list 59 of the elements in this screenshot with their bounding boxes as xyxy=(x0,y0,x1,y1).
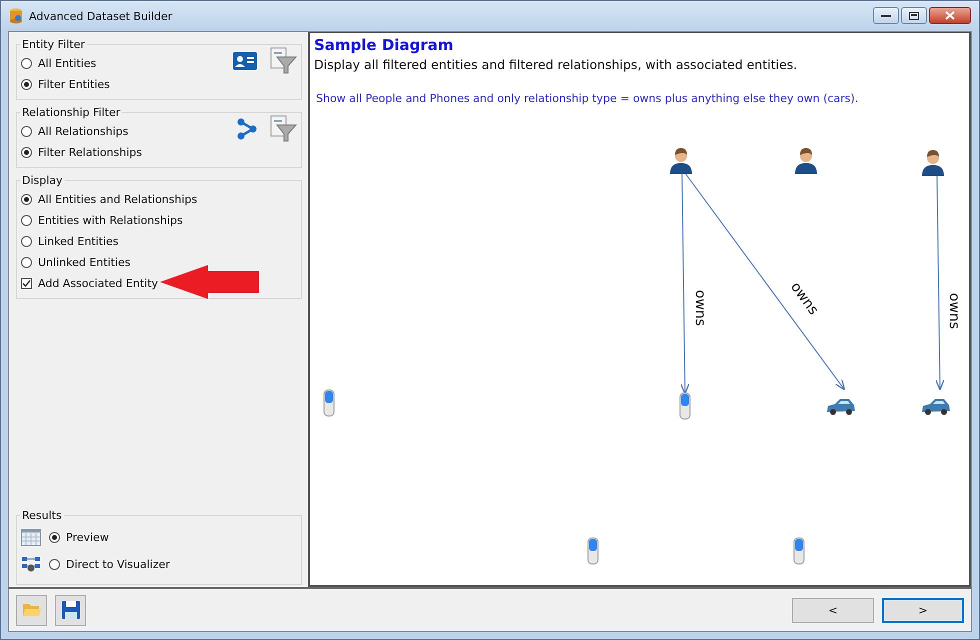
radio-button[interactable] xyxy=(21,126,32,137)
folder-icon xyxy=(22,602,42,618)
car-icon xyxy=(827,399,855,415)
database-icon xyxy=(9,8,23,24)
radio-button[interactable] xyxy=(21,236,32,247)
radio-button[interactable] xyxy=(21,215,32,226)
option-label: Linked Entities xyxy=(38,235,119,248)
maximize-button[interactable] xyxy=(901,7,927,24)
minimize-button[interactable] xyxy=(873,7,899,24)
phone-icon xyxy=(794,538,804,564)
radio-button[interactable] xyxy=(21,58,32,69)
close-button[interactable] xyxy=(929,7,971,24)
option-label: Filter Relationships xyxy=(38,146,142,159)
option-label: Unlinked Entities xyxy=(38,256,130,269)
nav-button[interactable]: < xyxy=(792,598,874,622)
radio-button[interactable] xyxy=(21,147,32,158)
window-title: Advanced Dataset Builder xyxy=(29,10,172,22)
document-funnel-icon xyxy=(269,115,297,143)
minimize-icon xyxy=(881,14,891,18)
car-icon xyxy=(922,399,950,415)
option-label: Direct to Visualizer xyxy=(66,558,170,571)
option-label: Entities with Relationships xyxy=(38,214,183,227)
person-icon xyxy=(795,148,817,174)
radio-button[interactable] xyxy=(21,194,32,205)
option-label: Filter Entities xyxy=(38,78,110,91)
radio-button[interactable] xyxy=(49,559,60,570)
person-icon xyxy=(922,150,944,176)
group-title: Display xyxy=(21,174,64,187)
radio-button[interactable] xyxy=(21,79,32,90)
diagram-description: Display all filtered entities and filtered relationships, with associated entities. xyxy=(314,57,798,72)
group-title: Results xyxy=(21,509,63,522)
nav-button[interactable]: > xyxy=(882,598,964,622)
edge-label: owns xyxy=(946,292,962,330)
option-label: All Entities xyxy=(38,57,96,70)
save-button[interactable] xyxy=(55,594,86,626)
diagram-title: Sample Diagram xyxy=(314,36,454,54)
grid-icon xyxy=(21,529,41,546)
edge-label: owns xyxy=(692,290,708,326)
radio-button[interactable] xyxy=(21,257,32,268)
option-label: All Relationships xyxy=(38,125,128,138)
radio-button[interactable] xyxy=(49,532,60,543)
close-icon xyxy=(945,11,955,20)
phone-icon xyxy=(324,390,334,416)
option-label: Preview xyxy=(66,531,109,544)
group-title: Entity Filter xyxy=(21,38,86,51)
diagram-note: Show all People and Phones and only relationship type = owns plus anything else they own (cars). xyxy=(316,92,860,105)
phone-icon xyxy=(588,538,598,564)
group-title: Relationship Filter xyxy=(21,106,122,119)
network-gear-icon xyxy=(21,556,41,573)
id-card-icon xyxy=(233,52,257,70)
option-label: Add Associated Entity xyxy=(38,277,158,290)
save-icon xyxy=(60,600,80,620)
checkbox[interactable] xyxy=(21,278,32,289)
person-icon xyxy=(670,148,692,174)
phone-icon xyxy=(680,392,690,420)
maximize-icon xyxy=(909,12,919,20)
share-nodes-icon xyxy=(237,118,257,140)
option-label: All Entities and Relationships xyxy=(38,193,198,206)
document-funnel-icon xyxy=(269,47,297,75)
